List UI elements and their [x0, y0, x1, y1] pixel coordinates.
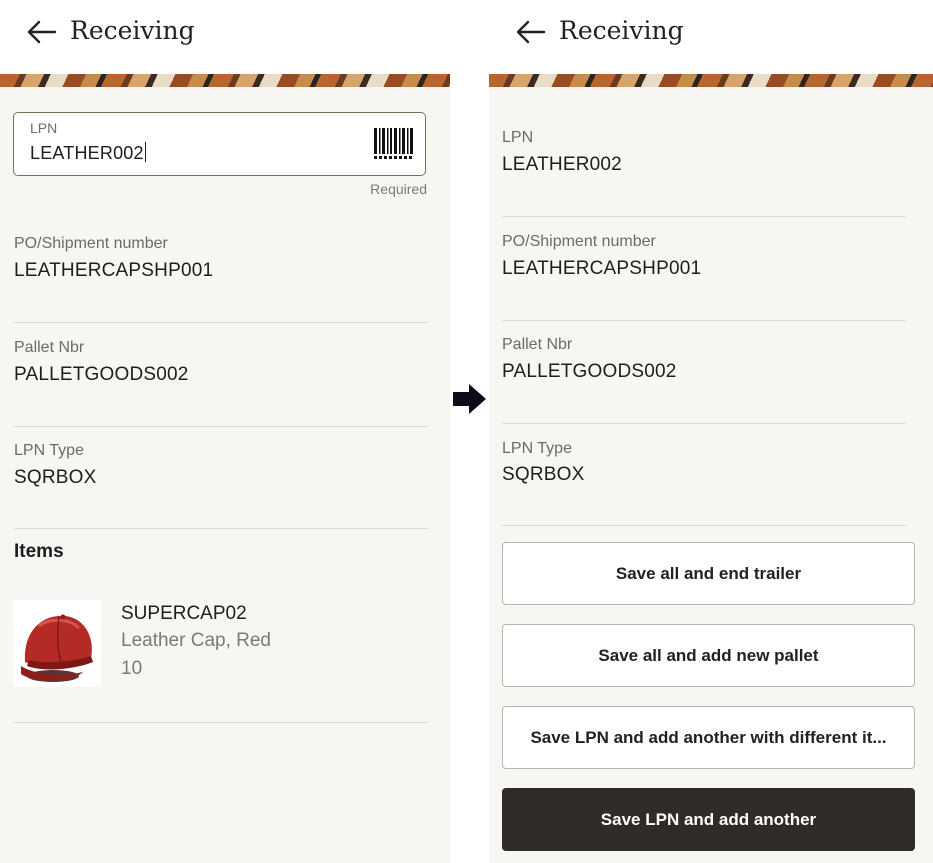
lpn-value: LEATHER002: [502, 154, 622, 175]
lpn-label: LPN: [30, 120, 58, 136]
save-lpn-add-another-button[interactable]: Save LPN and add another: [502, 788, 915, 851]
lpn-type-value: SQRBOX: [502, 464, 585, 485]
decorative-banner: [489, 74, 933, 87]
divider: [14, 722, 428, 723]
divider: [502, 525, 906, 526]
app-header: Receiving: [489, 0, 933, 74]
receiving-screen-save-options: Receiving LPN LEATHER002 PO/Shipment num…: [489, 0, 933, 863]
save-all-add-new-pallet-button[interactable]: Save all and add new pallet: [502, 624, 915, 687]
lpn-input-value[interactable]: LEATHER002: [30, 142, 146, 164]
pallet-value: PALLETGOODS002: [14, 364, 189, 385]
lpn-label: LPN: [502, 129, 534, 146]
lpn-input-field[interactable]: LPN LEATHER002: [13, 112, 426, 176]
divider: [502, 320, 906, 321]
decorative-banner: [0, 74, 450, 87]
pallet-value: PALLETGOODS002: [502, 361, 677, 382]
po-shipment-label: PO/Shipment number: [14, 235, 168, 252]
items-heading: Items: [14, 541, 64, 562]
po-shipment-value: LEATHERCAPSHP001: [14, 260, 214, 281]
pallet-label: Pallet Nbr: [14, 339, 85, 356]
receiving-screen-lpn-entry: Receiving LPN LEATHER002 Required PO/Shi…: [0, 0, 450, 863]
page-title: Receiving: [559, 16, 684, 45]
item-code: SUPERCAP02: [121, 603, 247, 624]
divider: [14, 322, 428, 323]
app-header: Receiving: [0, 0, 450, 74]
pallet-label: Pallet Nbr: [502, 336, 573, 353]
item-quantity: 10: [121, 658, 143, 679]
save-all-end-trailer-button[interactable]: Save all and end trailer: [502, 542, 915, 605]
divider: [14, 426, 428, 427]
divider: [502, 216, 906, 217]
barcode-scan-icon[interactable]: [374, 128, 416, 160]
arrow-left-icon[interactable]: [515, 18, 547, 46]
arrow-left-icon[interactable]: [26, 18, 58, 46]
divider: [14, 528, 428, 529]
divider: [502, 423, 906, 424]
item-thumbnail[interactable]: [13, 600, 101, 687]
item-description: Leather Cap, Red: [121, 630, 271, 651]
po-shipment-label: PO/Shipment number: [502, 233, 656, 250]
lpn-type-label: LPN Type: [14, 442, 84, 459]
red-leather-cap-image: [21, 614, 93, 682]
page-title: Receiving: [70, 16, 195, 45]
lpn-type-value: SQRBOX: [14, 467, 97, 488]
right-arrow-icon: [453, 384, 486, 414]
lpn-type-label: LPN Type: [502, 440, 572, 457]
po-shipment-value: LEATHERCAPSHP001: [502, 258, 702, 279]
required-hint: Required: [370, 181, 427, 197]
save-lpn-add-another-different-item-button[interactable]: Save LPN and add another with different …: [502, 706, 915, 769]
